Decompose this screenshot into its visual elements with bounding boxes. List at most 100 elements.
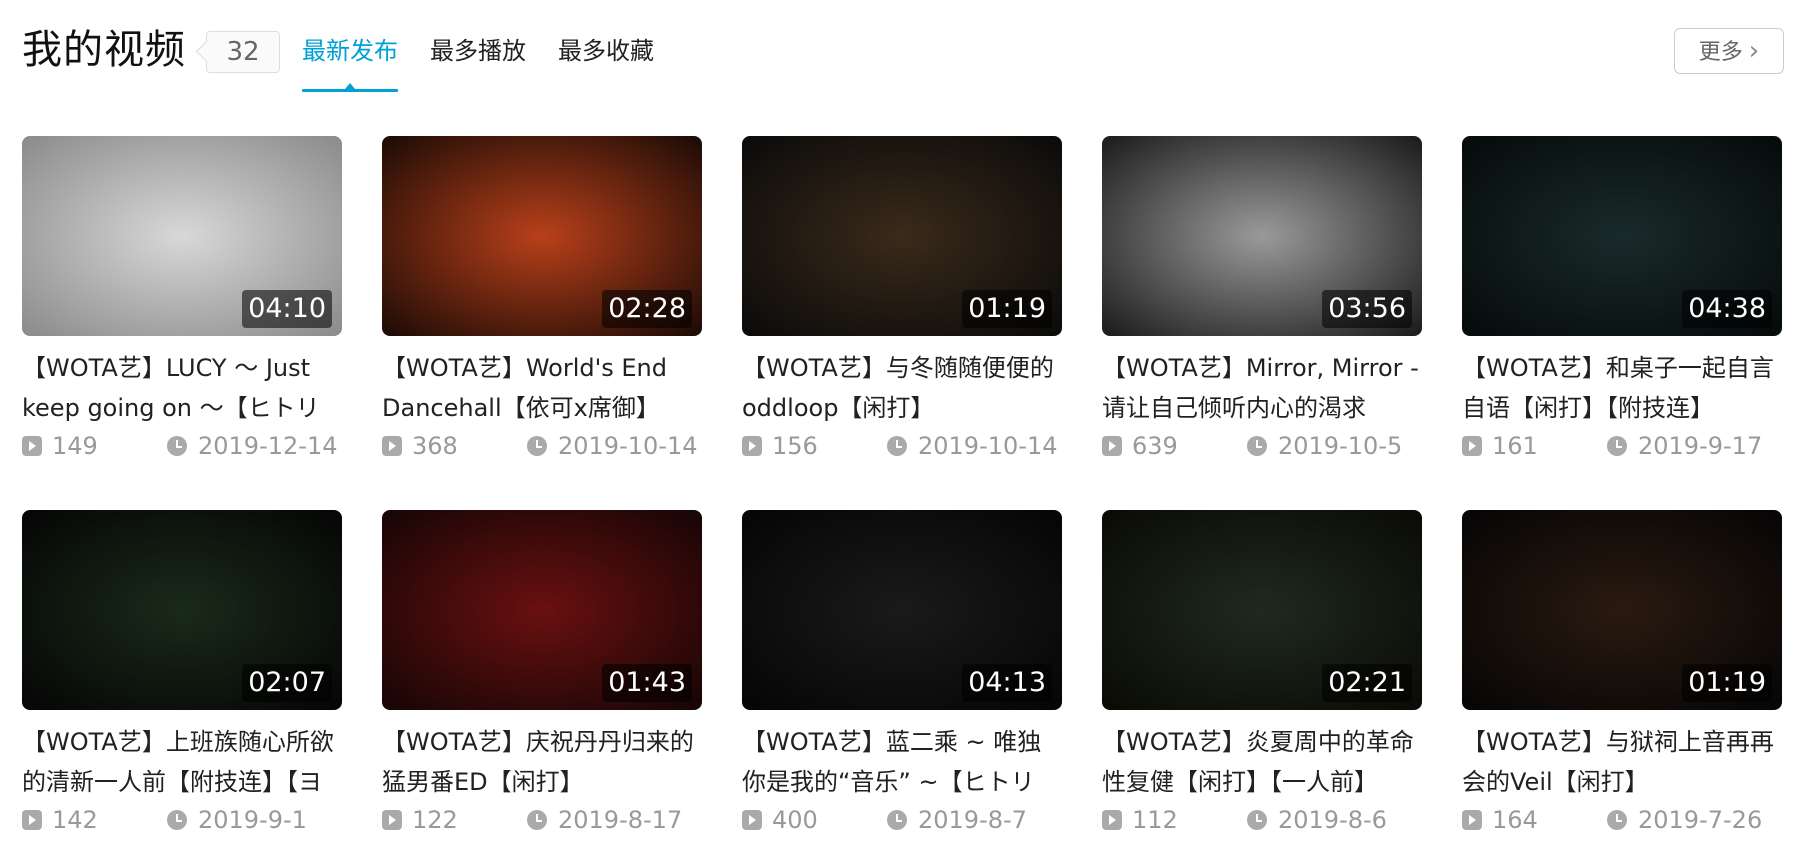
publish-date: 2019-10-14 xyxy=(918,432,1058,460)
play-count-icon xyxy=(1102,436,1122,456)
video-title[interactable]: 【WOTA艺】与冬随随便便的oddloop【闲打】 xyxy=(742,348,1062,428)
video-card[interactable]: 01:19 【WOTA艺】与冬随随便便的oddloop【闲打】 156 2019-10… xyxy=(742,136,1062,461)
sort-tabs: 最新发布 最多播放 最多收藏 xyxy=(280,32,664,92)
view-count: 149 xyxy=(52,432,98,460)
play-count-icon xyxy=(382,436,402,456)
video-title[interactable]: 【WOTA艺】蓝二乘 ~ 唯独你是我的“音乐” ~【ヒトリ xyxy=(742,722,1062,802)
video-meta: 400 2019-8-7 xyxy=(742,805,1062,835)
video-card[interactable]: 01:43 【WOTA艺】庆祝丹丹归来的猛男番ED【闲打】 122 2019-8-17 xyxy=(382,510,702,835)
publish-date: 2019-9-1 xyxy=(198,806,307,834)
video-duration: 04:13 xyxy=(962,664,1052,702)
video-thumbnail[interactable]: 02:21 xyxy=(1102,510,1422,710)
view-count: 400 xyxy=(772,806,818,834)
video-meta: 112 2019-8-6 xyxy=(1102,805,1422,835)
tab-most-played[interactable]: 最多播放 xyxy=(430,32,526,82)
video-thumbnail[interactable]: 01:19 xyxy=(742,136,1062,336)
video-title[interactable]: 【WOTA艺】与狱祠上音再再会的Veil【闲打】 xyxy=(1462,722,1782,802)
video-meta: 161 2019-9-17 xyxy=(1462,431,1782,461)
video-duration: 04:10 xyxy=(242,290,332,328)
video-title[interactable]: 【WOTA艺】庆祝丹丹归来的猛男番ED【闲打】 xyxy=(382,722,702,802)
video-card[interactable]: 04:38 【WOTA艺】和桌子一起自言自语【闲打】【附技连】 161 2019-9-… xyxy=(1462,136,1782,461)
clock-icon xyxy=(887,436,907,456)
video-meta: 122 2019-8-17 xyxy=(382,805,702,835)
clock-icon xyxy=(887,810,907,830)
play-count-icon xyxy=(1102,810,1122,830)
view-count: 161 xyxy=(1492,432,1538,460)
clock-icon xyxy=(1247,436,1267,456)
clock-icon xyxy=(1247,810,1267,830)
publish-date: 2019-12-14 xyxy=(198,432,338,460)
clock-icon xyxy=(167,810,187,830)
video-meta: 142 2019-9-1 xyxy=(22,805,342,835)
video-meta: 368 2019-10-14 xyxy=(382,431,702,461)
view-count: 122 xyxy=(412,806,458,834)
video-card[interactable]: 01:19 【WOTA艺】与狱祠上音再再会的Veil【闲打】 164 2019-7-2… xyxy=(1462,510,1782,835)
publish-date: 2019-7-26 xyxy=(1638,806,1763,834)
play-count-icon xyxy=(742,436,762,456)
tab-most-favorited[interactable]: 最多收藏 xyxy=(558,32,654,82)
clock-icon xyxy=(167,436,187,456)
video-title[interactable]: 【WOTA艺】上班族随心所欲的清新一人前【附技连】【ヨ xyxy=(22,722,342,802)
view-count: 112 xyxy=(1132,806,1178,834)
video-count-badge: 32 xyxy=(206,31,280,73)
play-count-icon xyxy=(382,810,402,830)
play-count-icon xyxy=(1462,436,1482,456)
view-count: 164 xyxy=(1492,806,1538,834)
video-duration: 03:56 xyxy=(1322,290,1412,328)
video-thumbnail[interactable]: 01:43 xyxy=(382,510,702,710)
view-count: 142 xyxy=(52,806,98,834)
play-count-icon xyxy=(22,436,42,456)
video-meta: 156 2019-10-14 xyxy=(742,431,1062,461)
video-card[interactable]: 04:13 【WOTA艺】蓝二乘 ~ 唯独你是我的“音乐” ~【ヒトリ 400 201… xyxy=(742,510,1062,835)
play-count-icon xyxy=(22,810,42,830)
video-duration: 02:07 xyxy=(242,664,332,702)
video-meta: 149 2019-12-14 xyxy=(22,431,342,461)
video-card[interactable]: 02:07 【WOTA艺】上班族随心所欲的清新一人前【附技连】【ヨ 142 2019-… xyxy=(22,510,342,835)
video-duration: 02:21 xyxy=(1322,664,1412,702)
video-title[interactable]: 【WOTA艺】LUCY ～ Just keep going on ～【ヒトリ xyxy=(22,348,342,428)
publish-date: 2019-8-17 xyxy=(558,806,683,834)
video-card[interactable]: 02:21 【WOTA艺】炎夏周中的革命性复健【闲打】【一人前】 112 2019-8… xyxy=(1102,510,1422,835)
play-count-icon xyxy=(742,810,762,830)
video-duration: 01:19 xyxy=(962,290,1052,328)
more-button[interactable]: 更多 › xyxy=(1674,28,1784,74)
clock-icon xyxy=(1607,810,1627,830)
video-thumbnail[interactable]: 04:38 xyxy=(1462,136,1782,336)
video-title[interactable]: 【WOTA艺】World's End Dancehall【依可x席御】 xyxy=(382,348,702,428)
tab-latest[interactable]: 最新发布 xyxy=(302,32,398,92)
publish-date: 2019-10-14 xyxy=(558,432,698,460)
section-title: 我的视频 xyxy=(22,27,186,73)
video-thumbnail[interactable]: 04:13 xyxy=(742,510,1062,710)
video-duration: 04:38 xyxy=(1682,290,1772,328)
video-card[interactable]: 02:28 【WOTA艺】World's End Dancehall【依可x席御】… xyxy=(382,136,702,461)
play-count-icon xyxy=(1462,810,1482,830)
more-label: 更多 xyxy=(1698,40,1743,65)
video-thumbnail[interactable]: 02:07 xyxy=(22,510,342,710)
publish-date: 2019-8-6 xyxy=(1278,806,1387,834)
video-meta: 164 2019-7-26 xyxy=(1462,805,1782,835)
publish-date: 2019-9-17 xyxy=(1638,432,1763,460)
video-meta: 639 2019-10-5 xyxy=(1102,431,1422,461)
view-count: 156 xyxy=(772,432,818,460)
video-thumbnail[interactable]: 01:19 xyxy=(1462,510,1782,710)
clock-icon xyxy=(527,810,547,830)
video-duration: 01:19 xyxy=(1682,664,1772,702)
video-card[interactable]: 04:10 【WOTA艺】LUCY ～ Just keep going on ～【… xyxy=(22,136,342,461)
chevron-right-icon: › xyxy=(1748,36,1760,66)
section-header: 我的视频 32 最新发布 最多播放 最多收藏 更多 › xyxy=(22,22,1784,92)
video-title[interactable]: 【WOTA艺】和桌子一起自言自语【闲打】【附技连】 xyxy=(1462,348,1782,428)
view-count: 368 xyxy=(412,432,458,460)
video-thumbnail[interactable]: 02:28 xyxy=(382,136,702,336)
publish-date: 2019-8-7 xyxy=(918,806,1027,834)
video-thumbnail[interactable]: 04:10 xyxy=(22,136,342,336)
video-title[interactable]: 【WOTA艺】炎夏周中的革命性复健【闲打】【一人前】 xyxy=(1102,722,1422,802)
clock-icon xyxy=(1607,436,1627,456)
video-duration: 02:28 xyxy=(602,290,692,328)
view-count: 639 xyxy=(1132,432,1178,460)
clock-icon xyxy=(527,436,547,456)
video-thumbnail[interactable]: 03:56 xyxy=(1102,136,1422,336)
publish-date: 2019-10-5 xyxy=(1278,432,1403,460)
video-card[interactable]: 03:56 【WOTA艺】Mirror, Mirror -请让自己倾听内心的渴求 6… xyxy=(1102,136,1422,461)
video-duration: 01:43 xyxy=(602,664,692,702)
video-title[interactable]: 【WOTA艺】Mirror, Mirror -请让自己倾听内心的渴求 xyxy=(1102,348,1422,428)
